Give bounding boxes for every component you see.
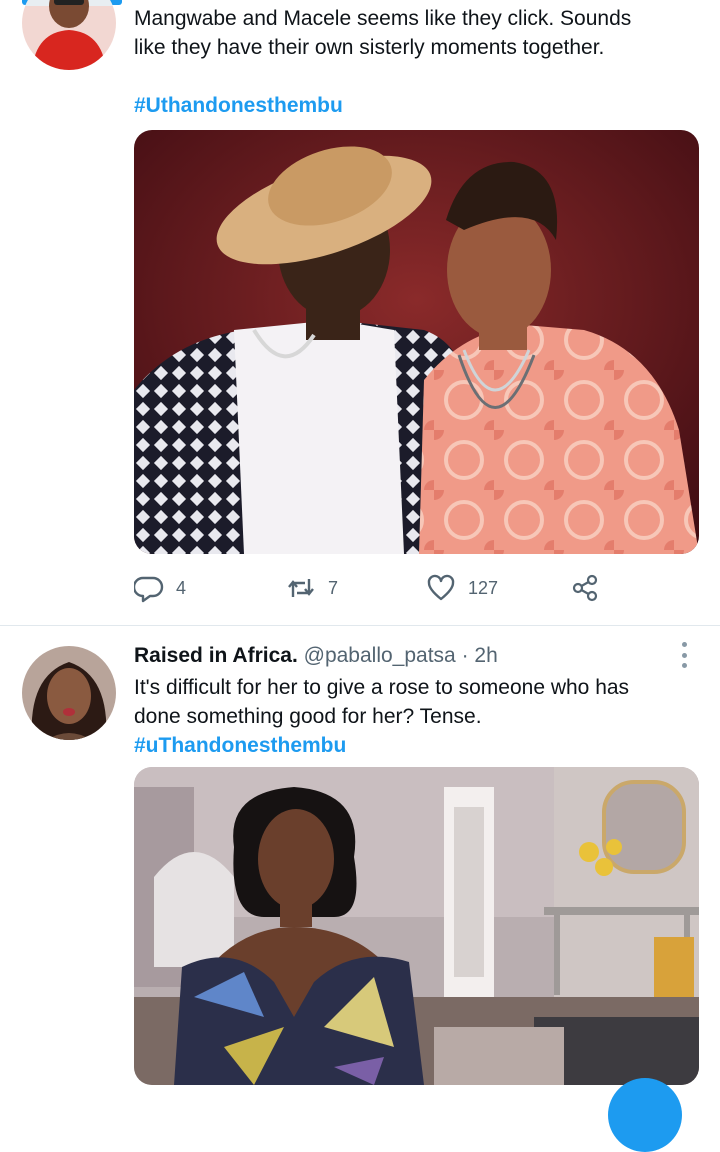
avatar[interactable] (22, 0, 116, 70)
reply-icon (134, 576, 164, 603)
like-count: 127 (468, 577, 499, 598)
tweet-text-line: done something good for her? Tense. (134, 705, 482, 728)
tweet-text-line: like they have their own sisterly moment… (134, 36, 605, 59)
photo-icon (134, 767, 699, 1085)
hashtag-link[interactable]: #uThandonesthembu (134, 731, 690, 760)
photo-icon (134, 130, 699, 554)
tweet-image[interactable] (134, 767, 699, 1085)
tweet-text: It's difficult for her to give a rose to… (134, 673, 690, 731)
hashtag-link[interactable]: #Uthandonesthembu (134, 91, 690, 120)
display-name[interactable]: Raised in Africa. (134, 644, 298, 667)
more-options-icon[interactable] (676, 642, 692, 668)
avatar[interactable] (22, 646, 116, 740)
tweet-text: Mangwabe and Macele seems like they clic… (134, 4, 690, 62)
user-handle[interactable]: @paballo_patsa (304, 644, 456, 667)
timestamp[interactable]: 2h (474, 644, 497, 667)
separator: · (461, 644, 469, 667)
tweet-text-line: It's difficult for her to give a rose to… (134, 676, 630, 699)
reply-count: 4 (176, 577, 187, 598)
tweet-1[interactable]: Mangwabe and Macele seems like they clic… (0, 0, 720, 625)
tweet-text-line: Mangwabe and Macele seems like they clic… (134, 7, 632, 30)
share-icon (572, 574, 598, 602)
reply-button[interactable]: 4 (134, 568, 186, 608)
tweet-actions: 4 7 127 (134, 568, 699, 608)
compose-button[interactable] (608, 1078, 682, 1152)
heart-icon (427, 574, 455, 601)
share-button[interactable] (570, 568, 600, 608)
like-button[interactable]: 127 (426, 568, 498, 608)
tweet-header: Raised in Africa. @paballo_patsa · 2h (134, 643, 498, 669)
retweet-count: 7 (328, 577, 339, 598)
retweet-button[interactable]: 7 (286, 568, 338, 608)
retweet-icon (288, 579, 314, 597)
tweet-image[interactable] (134, 130, 699, 554)
